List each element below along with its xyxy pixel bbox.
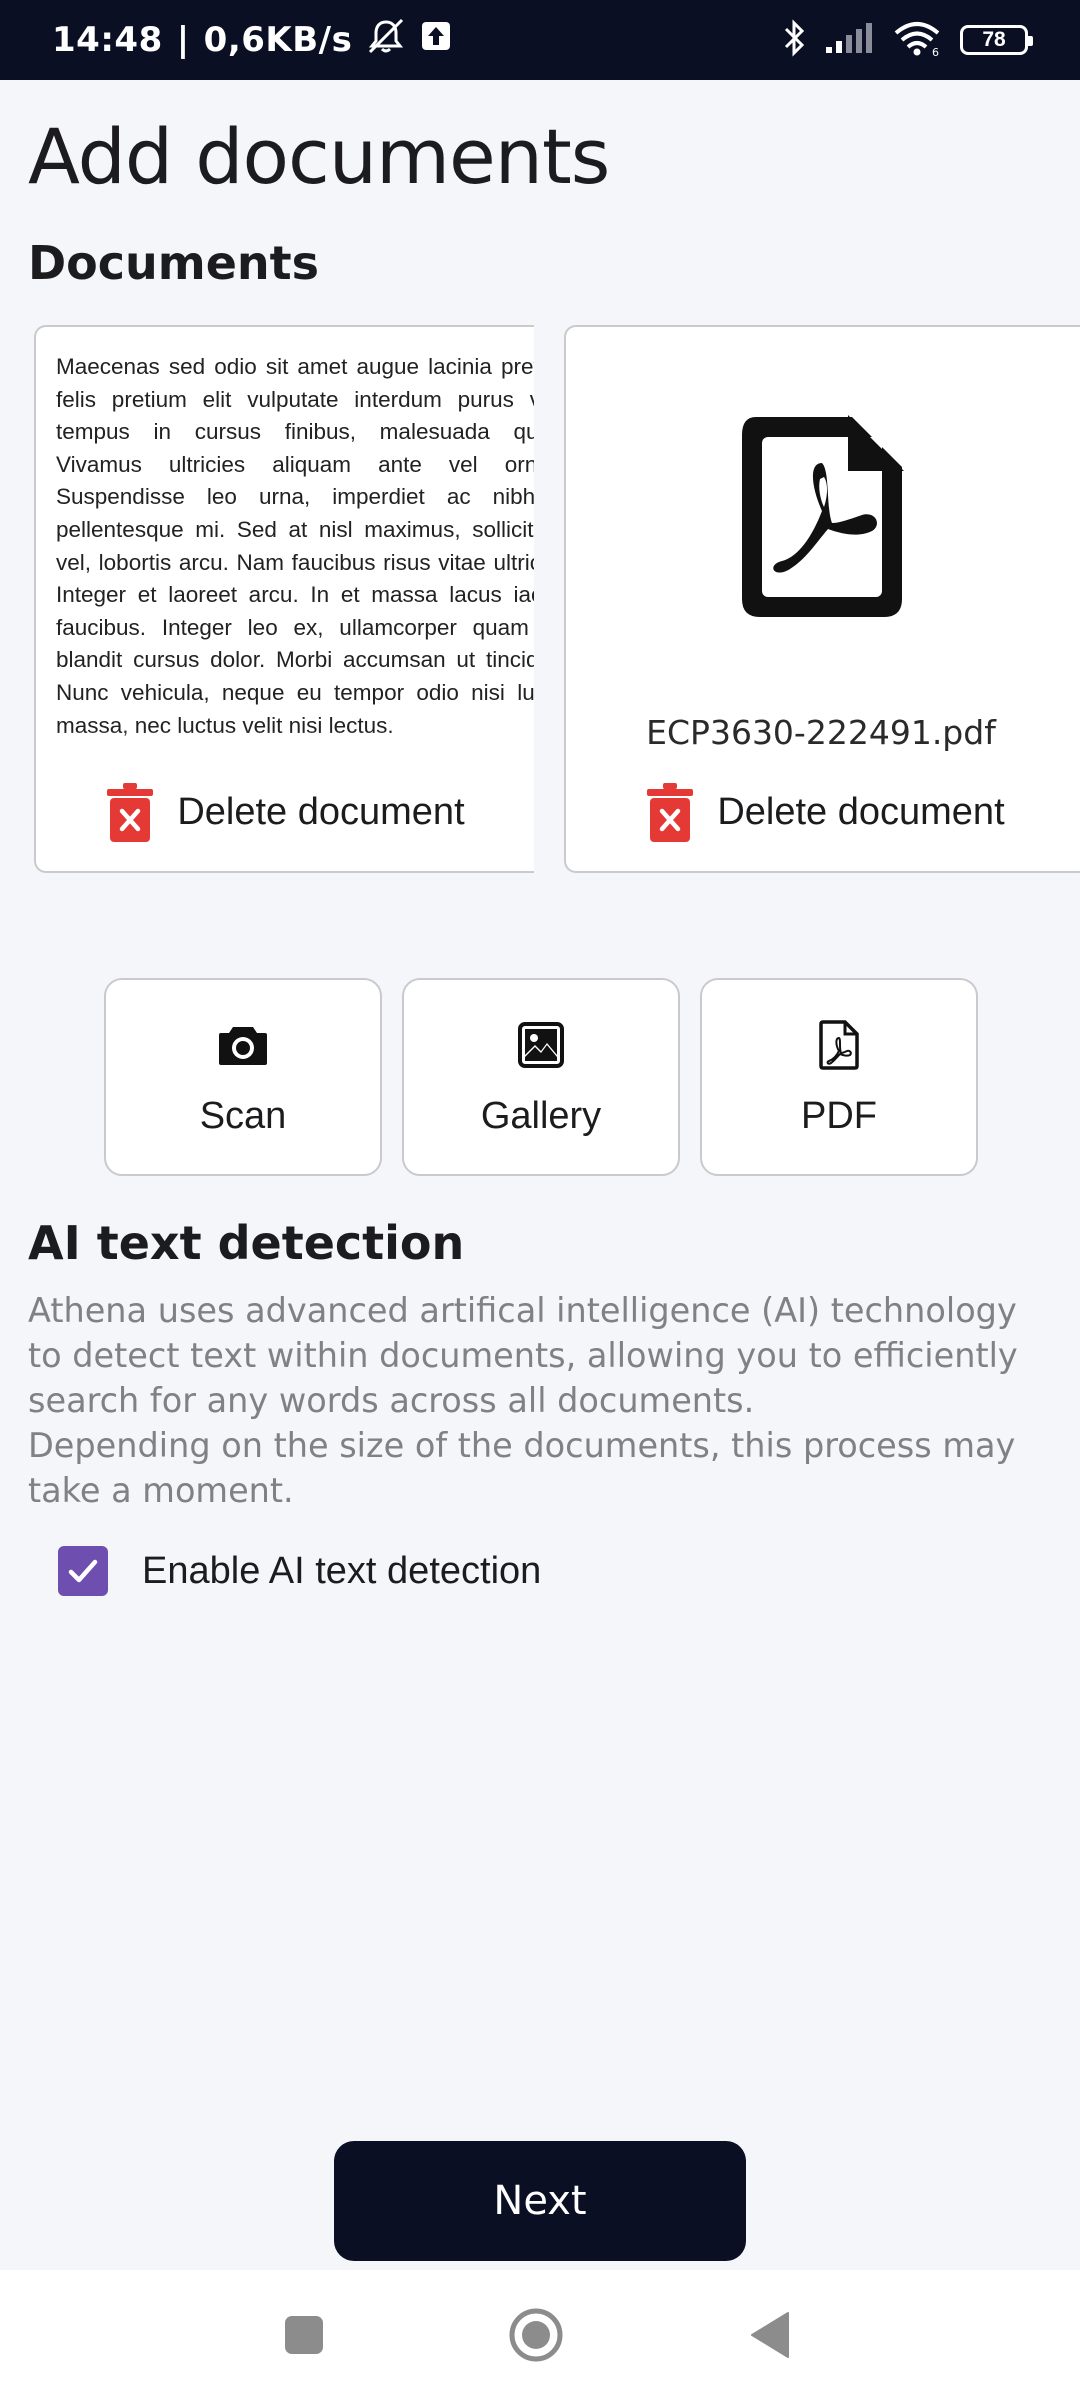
ai-detection-option[interactable]: Enable AI text detection [58,1546,541,1596]
image-icon [513,1017,569,1073]
battery-level: 78 [982,28,1006,51]
home-icon[interactable] [506,2305,566,2365]
upload-icon [420,20,452,61]
trash-icon [645,781,695,843]
camera-icon [215,1017,271,1073]
back-icon[interactable] [740,2305,800,2365]
recent-apps-icon[interactable] [274,2305,334,2365]
signal-icon [824,21,874,60]
system-nav-bar [0,2270,1080,2400]
ai-description-paragraph: Athena uses advanced artifical intellige… [28,1291,1018,1420]
ai-description-paragraph: Depending on the size of the documents, … [28,1426,1016,1510]
bluetooth-icon [782,18,806,62]
svg-text:6: 6 [932,46,939,57]
gallery-label: Gallery [480,1094,602,1137]
file-name: ECP3630-222491.pdf [646,713,996,752]
status-separator: | [176,20,190,60]
delete-document-button[interactable]: Delete document [36,777,534,847]
delete-document-label: Delete document [717,790,1005,833]
document-preview-text: Maecenas sed odio sit amet augue lacinia… [56,351,534,751]
documents-section-title: Documents [28,236,320,290]
battery-icon: 78 [960,25,1033,55]
scan-button[interactable]: Scan [104,978,382,1176]
document-card[interactable]: Maecenas sed odio sit amet augue lacinia… [34,325,534,873]
gallery-button[interactable]: Gallery [402,978,680,1176]
next-button[interactable]: Next [334,2141,746,2261]
pdf-file-icon [736,411,908,623]
status-time: 14:48 [52,20,163,60]
add-document-actions: Scan Gallery PDF [104,978,978,1176]
document-card[interactable]: ECP3630-222491.pdf Delete document [564,325,1080,873]
pdf-file-icon [811,1017,867,1073]
mute-bell-icon [366,18,406,63]
ai-description: Athena uses advanced artifical intellige… [28,1288,1058,1513]
status-left: 14:48 | 0,6KB/s [52,18,452,63]
status-net-speed: 0,6KB/s [203,20,353,60]
scan-label: Scan [199,1094,287,1137]
pdf-button[interactable]: PDF [700,978,978,1176]
trash-icon [105,781,155,843]
pdf-label: PDF [801,1094,877,1137]
ai-detection-checkbox[interactable] [58,1546,108,1596]
delete-document-button[interactable]: Delete document [566,777,1080,847]
status-right: 6 78 [782,18,1033,62]
ai-section-title: AI text detection [28,1216,465,1270]
checkmark-icon [68,1559,98,1583]
delete-document-label: Delete document [177,790,465,833]
wifi-icon: 6 [892,19,942,62]
ai-detection-label: Enable AI text detection [142,1549,542,1592]
status-bar: 14:48 | 0,6KB/s 6 78 [0,0,1080,80]
page-title: Add documents [28,112,610,201]
